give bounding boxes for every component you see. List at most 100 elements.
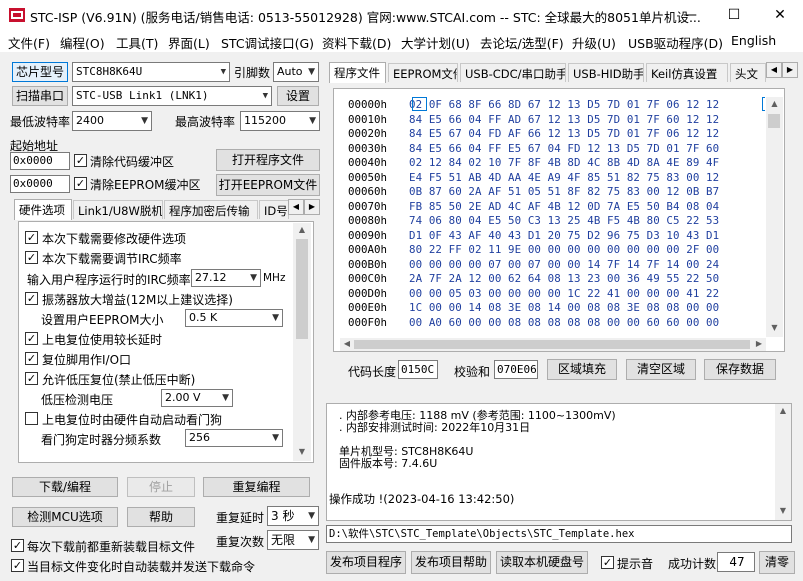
reprogram-button[interactable]: 重复编程 bbox=[203, 477, 310, 497]
wdt-prescaler-select[interactable]: 256 ▼ bbox=[185, 429, 283, 447]
scrollbar-thumb[interactable] bbox=[296, 239, 308, 339]
scroll-down-icon[interactable]: ▼ bbox=[775, 506, 791, 515]
scroll-down-icon[interactable]: ▼ bbox=[293, 447, 311, 456]
fill-area-button[interactable]: 区域填充 bbox=[547, 359, 617, 380]
hex-row[interactable]: 00020h 84 E5 67 04 FD AF 66 12 13 D5 7D 0… bbox=[348, 127, 719, 140]
hex-row[interactable]: 00000h 02 0F 68 8F 66 8D 67 12 13 D5 7D 0… bbox=[348, 98, 719, 111]
scroll-right-icon[interactable]: ▶ bbox=[754, 339, 764, 348]
irc-frequency-input[interactable]: 27.12 ▼ bbox=[191, 269, 261, 287]
hex-row[interactable]: 00040h 02 12 84 02 10 7F 8F 4B 8D 4C 8B 4… bbox=[348, 156, 719, 169]
adjust-irc-checkbox[interactable]: ✓ bbox=[25, 251, 38, 264]
menu-interface[interactable]: 界面(L) bbox=[168, 33, 210, 52]
hex-row[interactable]: 000A0h 80 22 FF 02 11 9E 00 00 00 00 00 0… bbox=[348, 243, 719, 256]
scrollbar-thumb[interactable] bbox=[354, 340, 750, 349]
scroll-up-icon[interactable]: ▲ bbox=[766, 99, 783, 108]
settings-button[interactable]: 设置 bbox=[277, 86, 319, 106]
hex-horizontal-scrollbar[interactable]: ◀ ▶ bbox=[340, 338, 766, 351]
hex-row[interactable]: 00010h 84 E5 66 04 FF AD 67 12 13 D5 7D 0… bbox=[348, 113, 719, 126]
tab-scroll-right-icon[interactable]: ▶ bbox=[304, 199, 320, 215]
clear-code-checkbox[interactable]: ✓ bbox=[74, 154, 87, 167]
hex-row[interactable]: 000E0h 1C 00 00 14 08 3E 08 14 00 08 08 3… bbox=[348, 301, 719, 314]
pin-count-select[interactable]: Auto ▼ bbox=[273, 62, 319, 82]
output-log[interactable]: . 内部参考电压: 1188 mV (参考范围: 1100~1300mV) . … bbox=[326, 403, 792, 521]
stop-button[interactable]: 停止 bbox=[127, 477, 195, 497]
read-disk-id-button[interactable]: 读取本机硬盘号 bbox=[496, 551, 588, 574]
clear-eeprom-checkbox[interactable]: ✓ bbox=[74, 177, 87, 190]
save-data-button[interactable]: 保存数据 bbox=[704, 359, 776, 380]
menu-file[interactable]: 文件(F) bbox=[8, 33, 50, 52]
tab-usb-hid[interactable]: USB-HID助手 bbox=[568, 63, 644, 82]
tab-eeprom-file[interactable]: EEPROM文件 bbox=[388, 63, 458, 82]
menu-upgrade[interactable]: 升级(U) bbox=[572, 33, 616, 52]
tab-usb-cdc[interactable]: USB-CDC/串口助手 bbox=[460, 63, 566, 82]
check-mcu-button[interactable]: 检测MCU选项 bbox=[12, 507, 118, 527]
low-voltage-reset-checkbox[interactable]: ✓ bbox=[25, 372, 38, 385]
maximize-button[interactable]: ☐ bbox=[711, 0, 757, 30]
menu-tools[interactable]: 工具(T) bbox=[116, 33, 158, 52]
tab-program-file[interactable]: 程序文件 bbox=[329, 62, 386, 83]
tab-keil-settings[interactable]: Keil仿真设置 bbox=[646, 63, 728, 82]
hex-row[interactable]: 000C0h 2A 7F 2A 12 00 62 64 08 13 23 00 3… bbox=[348, 272, 719, 285]
download-program-button[interactable]: 下载/编程 bbox=[12, 477, 118, 497]
clear-count-button[interactable]: 清零 bbox=[759, 551, 795, 574]
help-button[interactable]: 帮助 bbox=[127, 507, 195, 527]
menu-english[interactable]: English bbox=[731, 33, 776, 48]
chip-model-select[interactable]: STC8H8K64U ▼ bbox=[72, 62, 230, 82]
scroll-up-icon[interactable]: ▲ bbox=[293, 225, 311, 234]
hex-row[interactable]: 00090h D1 0F 43 AF 40 43 D1 20 75 D2 96 7… bbox=[348, 229, 719, 242]
tab-scroll-left-icon[interactable]: ◀ bbox=[766, 62, 782, 78]
watchdog-checkbox[interactable] bbox=[25, 412, 38, 425]
open-program-button[interactable]: 打开程序文件 bbox=[216, 149, 320, 171]
eeprom-address-input[interactable]: 0x0000 bbox=[10, 175, 70, 193]
clear-area-button[interactable]: 清空区域 bbox=[626, 359, 696, 380]
publish-help-button[interactable]: 发布项目帮助 bbox=[411, 551, 491, 574]
hex-row[interactable]: 000F0h 00 A0 60 00 00 08 08 08 08 08 00 0… bbox=[348, 316, 719, 329]
publish-program-button[interactable]: 发布项目程序 bbox=[326, 551, 406, 574]
close-button[interactable]: ✕ bbox=[757, 0, 803, 30]
auto-send-checkbox[interactable]: ✓ bbox=[11, 559, 24, 572]
menu-debug[interactable]: STC调试接口(G) bbox=[221, 33, 314, 52]
hex-row[interactable]: 00060h 0B 87 60 2A AF 51 05 51 8F 82 75 8… bbox=[348, 185, 719, 198]
output-scrollbar[interactable]: ▲ ▼ bbox=[775, 404, 791, 520]
scrollbar-thumb[interactable] bbox=[768, 114, 780, 128]
tab-scroll-right-icon[interactable]: ▶ bbox=[782, 62, 798, 78]
hex-row[interactable]: 000D0h 00 00 05 03 00 00 00 00 1C 22 41 0… bbox=[348, 287, 719, 300]
minimize-button[interactable]: — bbox=[667, 0, 713, 30]
repeat-delay-select[interactable]: 3 秒 ▼ bbox=[267, 506, 319, 526]
hex-vertical-scrollbar[interactable]: ▲ ▼ bbox=[766, 97, 783, 337]
reset-pin-io-checkbox[interactable]: ✓ bbox=[25, 352, 38, 365]
tab-link1-offline[interactable]: Link1/U8W脱机 bbox=[73, 200, 163, 219]
osc-gain-checkbox[interactable]: ✓ bbox=[25, 292, 38, 305]
long-reset-delay-checkbox[interactable]: ✓ bbox=[25, 332, 38, 345]
tab-encrypted-transfer[interactable]: 程序加密后传输 bbox=[164, 200, 258, 219]
menu-download[interactable]: 资料下载(D) bbox=[322, 33, 391, 52]
tab-hardware-options[interactable]: 硬件选项 bbox=[14, 199, 72, 220]
eeprom-size-select[interactable]: 0.5 K ▼ bbox=[185, 309, 283, 327]
tab-header-file[interactable]: 头文 bbox=[730, 63, 766, 82]
menu-program[interactable]: 编程(O) bbox=[60, 33, 105, 52]
hex-row[interactable]: 00080h 74 06 80 04 E5 50 C3 13 25 4B F5 4… bbox=[348, 214, 719, 227]
hex-row[interactable]: 00030h 84 E5 66 04 FF E5 67 04 FD 12 13 D… bbox=[348, 142, 719, 155]
scroll-up-icon[interactable]: ▲ bbox=[775, 406, 791, 415]
hex-row[interactable]: 000B0h 00 00 00 00 07 00 07 00 00 14 7F 1… bbox=[348, 258, 719, 271]
repeat-count-select[interactable]: 无限 ▼ bbox=[267, 530, 319, 550]
lvd-select[interactable]: 2.00 V ▼ bbox=[161, 389, 233, 407]
chip-type-button[interactable]: 芯片型号 bbox=[12, 62, 68, 82]
options-scrollbar[interactable]: ▲ ▼ bbox=[293, 223, 311, 461]
menu-forum[interactable]: 去论坛/选型(F) bbox=[480, 33, 564, 52]
hex-row[interactable]: 00050h E4 F5 51 AB 4D AA 4E A9 4F 85 51 8… bbox=[348, 171, 719, 184]
port-select[interactable]: STC-USB Link1 (LNK1) ▼ bbox=[72, 86, 272, 106]
scroll-down-icon[interactable]: ▼ bbox=[766, 323, 783, 332]
max-baud-select[interactable]: 115200 ▼ bbox=[240, 111, 320, 131]
open-eeprom-button[interactable]: 打开EEPROM文件 bbox=[216, 174, 320, 196]
tab-id-number[interactable]: ID号 bbox=[259, 200, 289, 219]
scroll-left-icon[interactable]: ◀ bbox=[342, 339, 352, 348]
hex-row[interactable]: 00070h FB 85 50 2E AD 4C AF 4B 12 0D 7A E… bbox=[348, 200, 719, 213]
beep-checkbox[interactable]: ✓ bbox=[601, 556, 614, 569]
modify-hw-options-checkbox[interactable]: ✓ bbox=[25, 231, 38, 244]
menu-usb-driver[interactable]: USB驱动程序(D) bbox=[628, 33, 723, 52]
scan-port-button[interactable]: 扫描串口 bbox=[12, 86, 68, 106]
reload-file-checkbox[interactable]: ✓ bbox=[11, 539, 24, 552]
tab-scroll-left-icon[interactable]: ◀ bbox=[288, 199, 304, 215]
min-baud-select[interactable]: 2400 ▼ bbox=[72, 111, 152, 131]
